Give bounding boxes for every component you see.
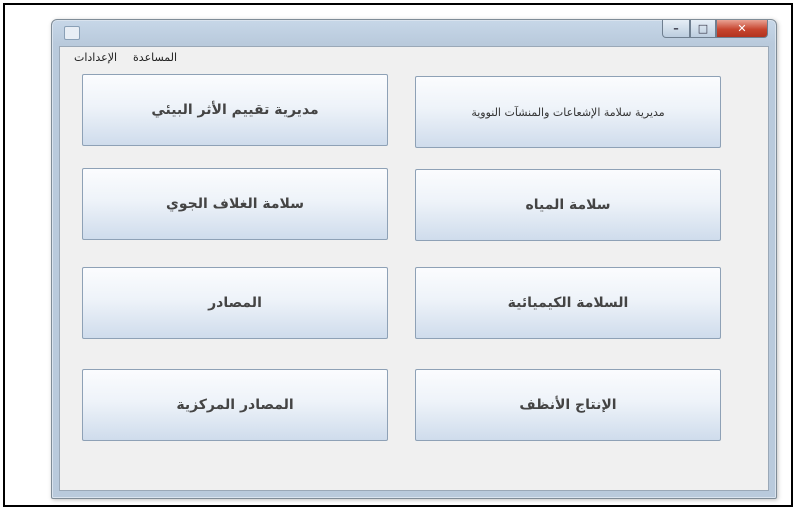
title-bar: – □ ✕ [52,20,776,46]
app-icon [64,26,80,40]
menu-settings[interactable]: الإعدادات [66,51,125,64]
chemical-safety-button[interactable]: السلامة الكيميائية [415,267,721,339]
central-sources-button[interactable]: المصادر المركزية [82,369,388,441]
atmosphere-safety-button[interactable]: سلامة الغلاف الجوي [82,168,388,240]
client-area: الإعدادات المساعدة مديرية سلامة الإشعاعا… [59,46,769,491]
close-button[interactable]: ✕ [716,20,768,38]
menu-bar: الإعدادات المساعدة [60,47,768,67]
image-border: – □ ✕ الإعدادات المساعدة مديرية سلامة ال… [3,3,793,507]
cleaner-production-button[interactable]: الإنتاج الأنظف [415,369,721,441]
sources-button[interactable]: المصادر [82,267,388,339]
water-safety-button[interactable]: سلامة المياه [415,169,721,241]
minimize-button[interactable]: – [662,20,690,38]
radiation-safety-directorate-button[interactable]: مديرية سلامة الإشعاعات والمنشآت النووية [415,76,721,148]
environmental-impact-directorate-button[interactable]: مديرية تقييم الأثر البيئي [82,74,388,146]
maximize-button[interactable]: □ [690,20,716,38]
app-window: – □ ✕ الإعدادات المساعدة مديرية سلامة ال… [51,19,777,499]
menu-help[interactable]: المساعدة [125,51,185,64]
